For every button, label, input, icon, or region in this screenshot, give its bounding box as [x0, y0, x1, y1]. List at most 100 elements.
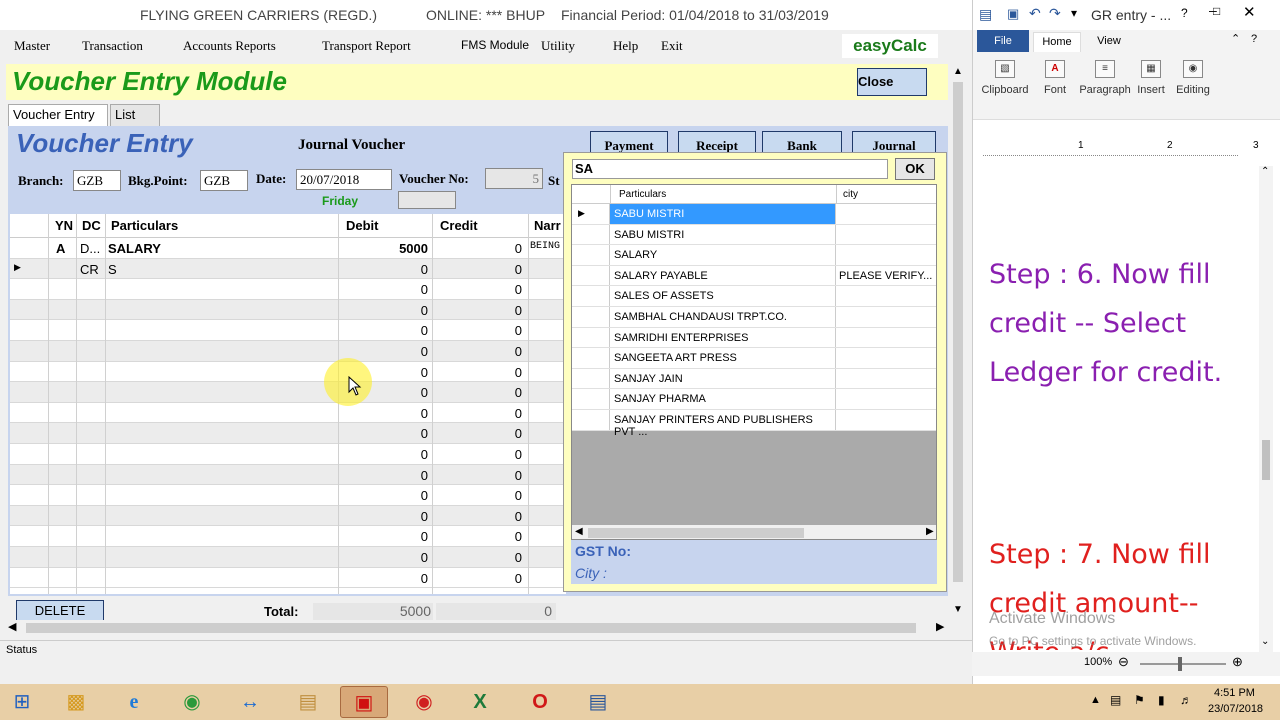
scroll-thumb[interactable]: [588, 528, 804, 538]
ok-button[interactable]: OK: [895, 158, 935, 180]
table-row[interactable]: 00: [10, 299, 566, 321]
tab-home[interactable]: Home: [1033, 32, 1081, 52]
ledger-name[interactable]: SANGEETA ART PRESS: [610, 348, 836, 368]
cell-yn[interactable]: A: [56, 241, 65, 256]
cell-debit[interactable]: 0: [338, 323, 428, 338]
tab-list[interactable]: List: [110, 104, 160, 126]
ledger-city[interactable]: PLEASE VERIFY...: [839, 270, 932, 282]
table-row[interactable]: A D... SALARY 5000 0 BEING: [10, 238, 566, 259]
voucher-extra-field[interactable]: [398, 191, 456, 209]
teamviewer-icon[interactable]: ↔: [226, 686, 274, 718]
cell-credit[interactable]: 0: [432, 529, 522, 544]
scroll-up-icon[interactable]: ⌃: [1261, 166, 1269, 177]
scroll-right-icon[interactable]: ▶: [936, 620, 944, 633]
horizontal-scrollbar[interactable]: ◀ ▶: [6, 620, 950, 636]
cell-credit[interactable]: 0: [432, 426, 522, 441]
scroll-down-icon[interactable]: ⌄: [1261, 636, 1269, 647]
scroll-down-icon[interactable]: ▼: [953, 604, 963, 615]
excel-icon[interactable]: X: [456, 686, 504, 718]
bkg-point-input[interactable]: GZB: [200, 170, 248, 191]
help-icon[interactable]: ?: [1251, 33, 1257, 45]
row-header[interactable]: [572, 265, 610, 286]
row-header[interactable]: [572, 348, 610, 368]
cell-dc[interactable]: CR: [80, 262, 99, 277]
menu-accounts-reports[interactable]: Accounts Reports: [183, 38, 276, 54]
cell-credit[interactable]: 0: [432, 468, 522, 483]
table-row[interactable]: 00: [10, 382, 566, 403]
cell-credit[interactable]: 0: [432, 323, 522, 338]
cell-credit[interactable]: 0: [432, 550, 522, 565]
volume-icon[interactable]: ♬: [1180, 693, 1192, 707]
table-row[interactable]: 00: [10, 547, 566, 568]
cell-credit[interactable]: 0: [432, 509, 522, 524]
clock-date[interactable]: 23/07/2018: [1208, 703, 1263, 715]
cell-debit[interactable]: 5000: [338, 241, 428, 256]
zoom-slider-thumb[interactable]: [1178, 657, 1182, 671]
date-input[interactable]: 20/07/2018: [296, 169, 392, 190]
cell-debit[interactable]: 0: [338, 262, 428, 277]
ribbon-group-clipboard[interactable]: ▧ Clipboard: [981, 60, 1029, 96]
ribbon-group-paragraph[interactable]: ≡ Paragraph: [1077, 60, 1133, 96]
easycalc-taskbar-icon[interactable]: ▣: [340, 686, 388, 718]
table-row[interactable]: 00: [10, 320, 566, 341]
tab-file[interactable]: File: [977, 30, 1029, 52]
start-icon[interactable]: ⊞: [0, 686, 44, 718]
cell-credit[interactable]: 0: [432, 241, 522, 256]
table-row[interactable]: 00: [10, 279, 566, 300]
row-header[interactable]: [572, 368, 610, 389]
table-row[interactable]: 00: [10, 423, 566, 444]
opera-icon[interactable]: O: [516, 686, 564, 718]
table-row[interactable]: 00: [10, 444, 566, 465]
list-item[interactable]: SAMBHAL CHANDAUSI TRPT.CO.: [572, 307, 936, 328]
cell-debit[interactable]: 0: [338, 406, 428, 421]
branch-input[interactable]: GZB: [73, 170, 121, 191]
scroll-thumb[interactable]: [1262, 440, 1270, 480]
table-row[interactable]: 00: [10, 403, 566, 424]
cell-debit[interactable]: 0: [338, 529, 428, 544]
cell-credit[interactable]: 0: [432, 365, 522, 380]
cell-credit[interactable]: 0: [432, 571, 522, 586]
cell-credit[interactable]: 0: [432, 406, 522, 421]
list-item[interactable]: SANJAY PRINTERS AND PUBLISHERS PVT ...: [572, 410, 936, 438]
zoom-in-icon[interactable]: ⊕: [1232, 654, 1243, 670]
ledger-name[interactable]: SANJAY PHARMA: [610, 389, 836, 409]
customize-icon[interactable]: ▾: [1071, 6, 1077, 20]
flag-icon[interactable]: ⚑: [1134, 693, 1145, 707]
row-header[interactable]: [572, 224, 610, 245]
table-row[interactable]: 00: [10, 362, 566, 383]
vertical-scrollbar[interactable]: ▲ ▼: [950, 66, 966, 620]
list-item[interactable]: SALARY PAYABLE PLEASE VERIFY...: [572, 265, 936, 287]
list-item[interactable]: SALES OF ASSETS: [572, 286, 936, 307]
cell-debit[interactable]: 0: [338, 468, 428, 483]
table-row[interactable]: 00: [10, 485, 566, 506]
row-header[interactable]: [572, 410, 610, 430]
menu-transaction[interactable]: Transaction: [82, 38, 143, 54]
table-row[interactable]: CR S 0 0 ▶: [10, 258, 566, 280]
tray-chevron-icon[interactable]: ▲: [1090, 694, 1101, 706]
internet-explorer-icon[interactable]: e: [110, 686, 158, 718]
table-row[interactable]: 00: [10, 341, 566, 362]
menu-transport-report[interactable]: Transport Report: [322, 38, 411, 54]
cell-debit[interactable]: 0: [338, 509, 428, 524]
list-horizontal-scrollbar[interactable]: ◀ ▶: [572, 525, 936, 539]
zoom-out-icon[interactable]: ⊖: [1118, 654, 1129, 670]
row-header[interactable]: [572, 286, 610, 306]
ledger-name[interactable]: SANJAY JAIN: [610, 368, 836, 389]
menu-fms-module[interactable]: FMS Module: [461, 38, 529, 52]
chrome-icon[interactable]: ◉: [168, 686, 216, 718]
ledger-name[interactable]: SAMRIDHI ENTERPRISES: [610, 327, 836, 348]
cell-debit[interactable]: 0: [338, 303, 428, 318]
tab-voucher-entry[interactable]: Voucher Entry: [8, 104, 108, 126]
cell-credit[interactable]: 0: [432, 488, 522, 503]
network-icon[interactable]: ▤: [1110, 693, 1121, 707]
ledger-name[interactable]: SANJAY PRINTERS AND PUBLISHERS PVT ...: [610, 410, 836, 438]
scroll-thumb[interactable]: [953, 82, 963, 582]
cell-credit[interactable]: 0: [432, 303, 522, 318]
cell-particulars[interactable]: SALARY: [108, 241, 161, 256]
scroll-thumb[interactable]: [26, 623, 916, 633]
voucher-no-input[interactable]: 5: [485, 168, 543, 189]
ledger-name[interactable]: SABU MISTRI: [610, 224, 836, 245]
menu-exit[interactable]: Exit: [661, 38, 683, 54]
media-app-icon[interactable]: ◉: [400, 686, 448, 718]
cell-credit[interactable]: 0: [432, 385, 522, 400]
